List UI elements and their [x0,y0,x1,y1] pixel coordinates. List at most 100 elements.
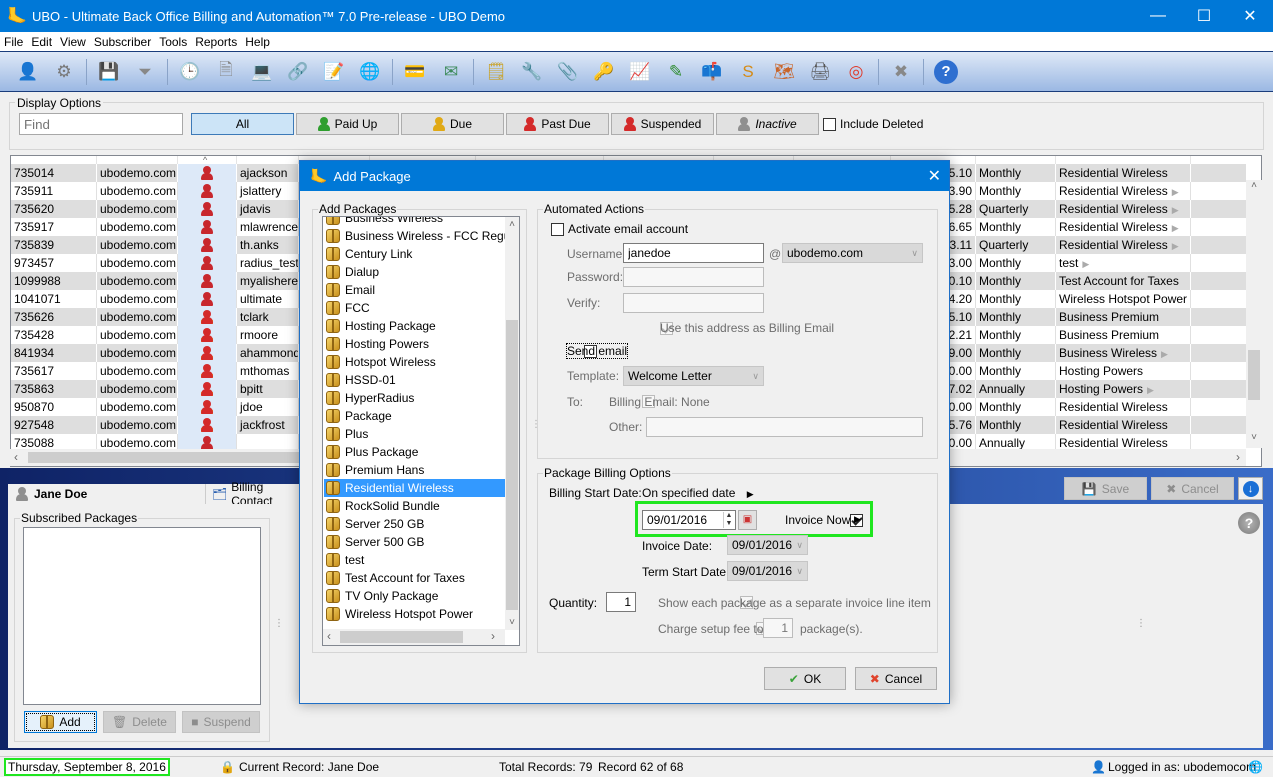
activate-email-checkbox[interactable] [551,223,564,236]
password-input[interactable] [623,267,764,287]
maximize-button[interactable]: ☐ [1181,0,1227,32]
package-list-item[interactable]: Wireless Hotspot Power [324,605,505,623]
expand-arrow-icon[interactable]: ▶ [1172,223,1179,233]
package-list-item[interactable]: test [324,551,505,569]
billing-start-arrow-icon[interactable]: ▶ [747,489,754,499]
verify-password-input[interactable] [623,293,764,313]
print-list-button[interactable]: 🖨 [805,57,835,87]
package-list-item[interactable]: Email [324,281,505,299]
package-scroll-thumb[interactable] [506,320,518,610]
filter-suspended-button[interactable]: Suspended [611,113,714,135]
delete-package-button[interactable]: 🗑 Delete [103,711,176,733]
mailbox-button[interactable]: 📫 [697,57,727,87]
add-package-button[interactable]: Add [24,711,97,733]
spam-button[interactable]: S [733,57,763,87]
package-list-item[interactable]: Dialup [324,263,505,281]
package-list-item[interactable]: Hosting Package [324,317,505,335]
save-button[interactable]: 💾 Save [1064,477,1147,500]
package-list-item[interactable]: Package [324,407,505,425]
package-list-item[interactable]: Server 250 GB [324,515,505,533]
package-list-item[interactable]: Server 500 GB [324,533,505,551]
menu-file[interactable]: File [0,35,27,49]
menu-edit[interactable]: Edit [27,35,56,49]
package-list-item[interactable]: Plus Package [324,443,505,461]
expand-arrow-icon[interactable]: ▶ [1082,259,1089,269]
globe-button[interactable]: 🌐 [355,57,385,87]
minimize-button[interactable]: — [1135,0,1181,32]
tab-billing-contact[interactable]: 🗂 Billing Contact [205,480,300,508]
billing-start-mode[interactable]: On specified date ▶ [642,486,754,500]
dialog-close-button[interactable]: ✕ [928,166,941,186]
filter-button[interactable]: ⏷ [130,57,160,87]
splitter-handle-left[interactable]: ⋮ [274,618,284,629]
cancel-edit-button[interactable]: ✖ Cancel [1151,477,1234,500]
tab-subscriber-name[interactable]: Jane Doe [8,484,206,504]
scroll-down-arrow-icon[interactable]: ˅ [1246,432,1262,448]
settings-gears-button[interactable]: ⚙ [49,57,79,87]
subscribed-packages-list[interactable] [23,527,261,705]
add-note-button[interactable]: 🗒 [481,57,511,87]
username-input[interactable] [623,243,764,263]
package-list-item[interactable]: HyperRadius [324,389,505,407]
email-money-button[interactable]: ✉ [436,57,466,87]
package-list-item[interactable]: Test Account for Taxes [324,569,505,587]
package-list-item[interactable]: Business Wireless [324,217,505,227]
menu-view[interactable]: View [56,35,90,49]
add-attachment-button[interactable]: 📎 [553,57,583,87]
date-spinner[interactable]: ▲ ▼ [723,512,734,528]
package-list-item[interactable]: Hotspot Wireless [324,353,505,371]
invoice-date-select[interactable]: 09/01/2016 ∨ [727,535,808,555]
grid-hscroll-thumb[interactable] [28,452,308,463]
network-button[interactable]: 🔗 [283,57,313,87]
splitter-handle-right[interactable]: ⋮ [1136,618,1146,629]
package-hscroll-thumb[interactable] [340,631,463,643]
filter-past-due-button[interactable]: Past Due [506,113,609,135]
invoice-now-arrow-icon[interactable]: ▶ [854,514,861,525]
package-list-item[interactable]: Business Wireless - FCC Regulato [324,227,505,245]
package-scroll-down-icon[interactable]: ˅ [505,617,519,628]
user-computer-button[interactable]: 💻 [247,57,277,87]
package-list-item[interactable]: Premium Hans [324,461,505,479]
import-export-button[interactable]: 💾 [94,57,124,87]
package-scroll-right-icon[interactable]: › [491,629,495,643]
package-list-item[interactable]: HSSD-01 [324,371,505,389]
package-list-vscroll[interactable]: ˄ ˅ [505,217,519,630]
package-list-item[interactable]: Century Link [324,245,505,263]
package-list-item[interactable]: FCC [324,299,505,317]
payment-terminal-button[interactable]: 💳 [400,57,430,87]
filter-paid-up-button[interactable]: Paid Up [296,113,399,135]
grid-vscroll-thumb[interactable] [1248,350,1260,400]
add-config-button[interactable]: 🔧 [517,57,547,87]
menu-help[interactable]: Help [241,35,274,49]
package-list-item[interactable]: RockSolid Bundle [324,497,505,515]
setup-fee-count-input[interactable] [763,618,793,638]
ok-button[interactable]: ✔ OK [764,667,846,690]
help-button[interactable]: ? [931,57,961,87]
suspend-package-button[interactable]: ■ Suspend [182,711,260,733]
package-scroll-up-icon[interactable]: ˄ [505,219,519,230]
package-list-hscroll[interactable]: ‹ › [323,629,505,645]
keys-button[interactable]: 🔑 [589,57,619,87]
package-list-item[interactable]: Hosting Powers [324,335,505,353]
map-button[interactable]: 🗺 [769,57,799,87]
clock-button[interactable]: 🕒 [175,57,205,87]
expand-arrow-icon[interactable]: ▶ [1172,187,1179,197]
package-list[interactable]: Business Wireless Business Wireless - FCC… [322,216,520,646]
domain-select[interactable]: ubodemo.com ∨ [782,243,923,263]
dialog-cancel-button[interactable]: ✖ Cancel [855,667,937,690]
document-button[interactable]: 🗎 [211,57,241,87]
package-list-item[interactable]: TV Only Package [324,587,505,605]
menu-subscriber[interactable]: Subscriber [90,35,155,49]
find-input[interactable] [19,113,183,135]
scroll-up-arrow-icon[interactable]: ˄ [1246,180,1262,196]
package-list-item[interactable]: Residential Wireless [324,479,505,497]
template-select[interactable]: Welcome Letter ∨ [623,366,764,386]
expand-arrow-icon[interactable]: ▶ [1172,205,1179,215]
calendar-icon[interactable]: ▣ [738,510,757,530]
term-start-date-select[interactable]: 09/01/2016 ∨ [727,561,808,581]
filter-due-button[interactable]: Due [401,113,504,135]
collapse-down-button[interactable]: ↓ [1238,477,1263,500]
billing-start-date-input[interactable]: 09/01/2016 ▲ ▼ [642,510,736,530]
filter-all-button[interactable]: All [191,113,294,135]
edit-user-button[interactable]: ✎ [661,57,691,87]
